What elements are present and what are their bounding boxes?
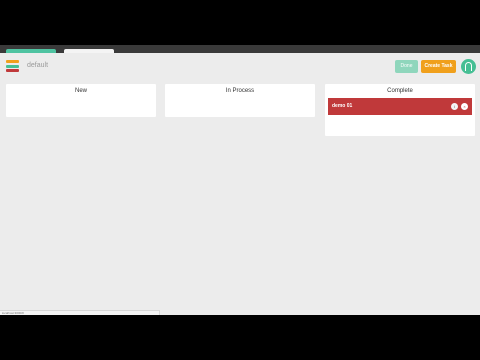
app-logo[interactable] [6,60,19,74]
logo-bar-icon [6,64,19,68]
column-title: Complete [387,88,413,94]
column-title: New [74,88,87,94]
info-icon[interactable]: i [451,103,458,110]
letterbox-top [0,0,480,45]
done-button[interactable]: Done [395,60,418,73]
board-name: default [27,62,49,69]
task-title: demo 01 [332,103,353,109]
close-icon[interactable]: × [461,103,468,110]
letterbox-bottom [0,315,480,360]
create-task-button[interactable]: Create Task [421,60,456,73]
task-card[interactable]: demo 01 i × [328,98,472,115]
logo-bar-icon [6,69,19,72]
column-in-process: In Process [165,84,315,117]
column-new: New [6,84,156,117]
user-avatar[interactable] [461,59,476,74]
column-complete: Complete demo 01 i × [325,84,475,136]
user-icon [465,62,472,71]
column-title: In Process [225,88,255,94]
app-header: default Done Create Task [0,53,480,81]
app-window: default Done Create Task New In Process … [0,53,480,315]
logo-bar-icon [6,60,19,63]
